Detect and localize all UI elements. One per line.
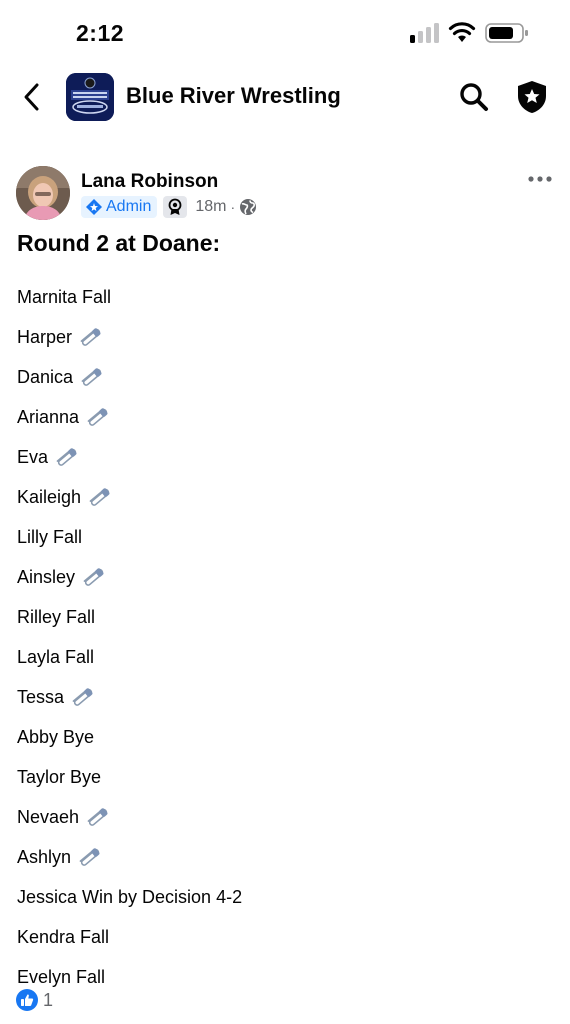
result-item: Tessa	[17, 677, 242, 717]
safety-pin-icon	[87, 485, 113, 509]
result-item: Rilley Fall	[17, 597, 242, 637]
result-text: Harper	[17, 326, 73, 347]
author-photo	[16, 166, 70, 220]
result-text: Tessa	[17, 686, 65, 707]
post-timestamp[interactable]: 18m	[195, 198, 226, 216]
result-item: Kaileigh	[17, 477, 242, 517]
result-text: Arianna	[17, 406, 80, 427]
result-item: Abby Bye	[17, 717, 242, 757]
result-item: Lilly Fall	[17, 517, 242, 557]
safety-pin-icon	[70, 685, 96, 709]
shield-star-icon[interactable]	[515, 78, 549, 116]
post-meta: Admin 18m ·	[81, 196, 257, 218]
result-text: Ainsley	[17, 566, 76, 587]
globe-icon	[240, 199, 257, 215]
result-item: Arianna	[17, 397, 242, 437]
more-horizontal-icon[interactable]	[526, 170, 554, 188]
result-item: Layla Fall	[17, 637, 242, 677]
result-text: Nevaeh	[17, 806, 80, 827]
safety-pin-icon	[79, 365, 105, 389]
admin-diamond-icon	[86, 199, 102, 215]
result-text: Evelyn Fall	[17, 966, 106, 987]
reaction-count: 1	[43, 989, 54, 1010]
result-text: Taylor Bye	[17, 766, 102, 787]
status-bar: 2:12	[0, 0, 570, 64]
ribbon-icon	[168, 198, 182, 215]
result-text: Lilly Fall	[17, 526, 83, 547]
results-list: Marnita Fall Harper Danica Arianna Eva Kailei…	[17, 277, 242, 997]
admin-badge[interactable]: Admin	[81, 196, 158, 218]
author-name[interactable]: Lana Robinson	[81, 171, 218, 193]
result-text: Eva	[17, 446, 49, 467]
safety-pin-icon	[54, 445, 80, 469]
result-item: Harper	[17, 317, 242, 357]
result-text: Abby Bye	[17, 726, 95, 747]
group-name[interactable]: Blue River Wrestling	[126, 83, 341, 109]
result-text: Danica	[17, 366, 74, 387]
back-button[interactable]	[18, 80, 46, 114]
safety-pin-icon	[77, 845, 103, 869]
result-text: Marnita Fall	[17, 286, 112, 307]
result-item: Kendra Fall	[17, 917, 242, 957]
result-item: Marnita Fall	[17, 277, 242, 317]
cellular-signal-icon	[410, 23, 439, 43]
result-text: Layla Fall	[17, 646, 95, 667]
post-header: Lana Robinson Admin 18m ·	[0, 166, 570, 226]
reactions-summary[interactable]: 1	[16, 988, 53, 1012]
top-contributor-badge-icon[interactable]	[163, 196, 188, 218]
result-item: Taylor Bye	[17, 757, 242, 797]
result-text: Ashlyn	[17, 846, 72, 867]
meta-separator: ·	[230, 199, 236, 215]
post-title: Round 2 at Doane:	[17, 230, 221, 256]
result-item: Nevaeh	[17, 797, 242, 837]
result-item: Ashlyn	[17, 837, 242, 877]
search-icon[interactable]	[458, 80, 490, 114]
wifi-icon	[448, 22, 476, 42]
safety-pin-icon	[85, 405, 111, 429]
result-item: Ainsley	[17, 557, 242, 597]
safety-pin-icon	[85, 805, 111, 829]
group-avatar[interactable]	[66, 73, 114, 121]
admin-badge-label: Admin	[106, 198, 152, 215]
result-item: Danica	[17, 357, 242, 397]
result-text: Kaileigh	[17, 486, 82, 507]
result-item: Jessica Win by Decision 4-2	[17, 877, 242, 917]
result-text: Kendra Fall	[17, 926, 110, 947]
thumbs-up-icon	[16, 989, 38, 1011]
result-item: Eva	[17, 437, 242, 477]
battery-icon	[485, 23, 528, 43]
group-header: Blue River Wrestling	[0, 66, 570, 128]
safety-pin-icon	[81, 565, 107, 589]
status-time: 2:12	[76, 20, 125, 46]
group-logo-icon	[66, 73, 114, 121]
safety-pin-icon	[78, 325, 104, 349]
result-text: Rilley Fall	[17, 606, 96, 627]
result-text: Jessica Win by Decision 4-2	[17, 886, 243, 907]
avatar[interactable]	[16, 166, 70, 220]
